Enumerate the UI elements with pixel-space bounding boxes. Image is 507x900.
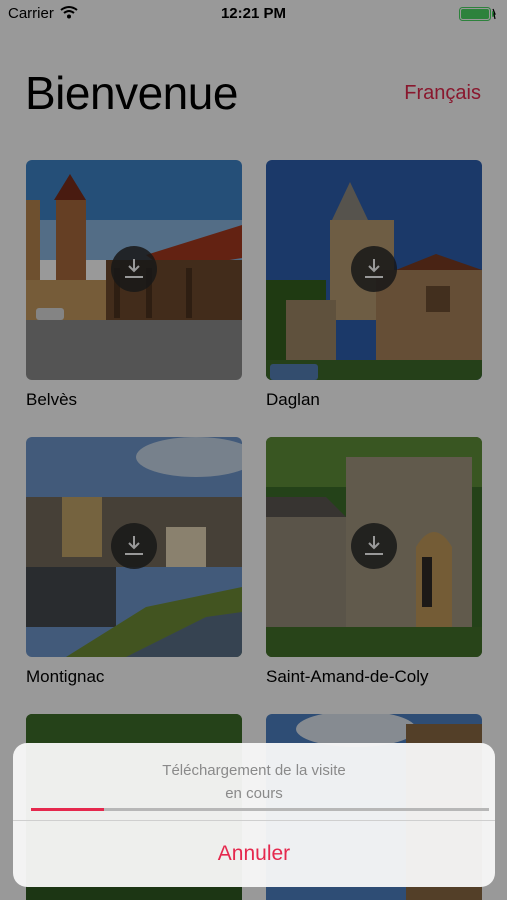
download-progress-sheet: Téléchargement de la visite en cours Ann… [13, 743, 495, 887]
download-message-line2: en cours [225, 785, 283, 802]
cancel-button[interactable]: Annuler [13, 821, 495, 887]
download-progress-fill [31, 808, 105, 811]
download-message: Téléchargement de la visite en cours [13, 759, 495, 805]
download-progress-bar [31, 808, 489, 811]
download-message-line1: Téléchargement de la visite [162, 762, 346, 779]
